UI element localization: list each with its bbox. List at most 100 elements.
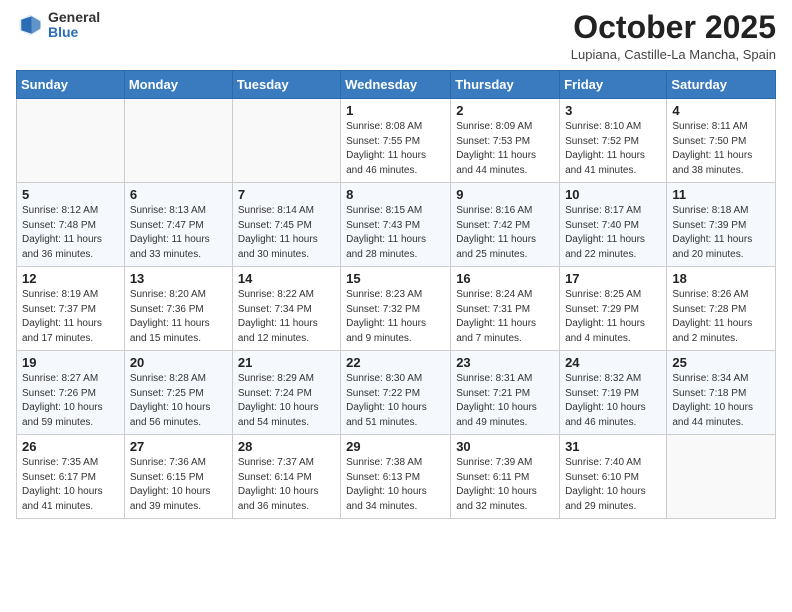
day-info: Sunrise: 8:32 AMSunset: 7:19 PMDaylight:… (565, 372, 661, 430)
day-number: 18 (672, 271, 770, 286)
day-info: Sunrise: 8:20 AMSunset: 7:36 PMDaylight:… (130, 288, 227, 346)
day-info: Sunrise: 8:24 AMSunset: 7:31 PMDaylight:… (456, 288, 554, 346)
day-number: 19 (22, 355, 119, 370)
day-info: Sunrise: 8:27 AMSunset: 7:26 PMDaylight:… (22, 372, 119, 430)
calendar-cell: 15Sunrise: 8:23 AMSunset: 7:32 PMDayligh… (341, 267, 451, 351)
calendar-cell: 30Sunrise: 7:39 AMSunset: 6:11 PMDayligh… (451, 435, 560, 519)
calendar-cell: 29 Sunrise: 7:38 AMSunset: 6:13 PMDayligh… (341, 435, 451, 519)
day-number: 31 (565, 439, 661, 454)
day-number: 7 (238, 187, 335, 202)
calendar-cell: 25 Sunrise: 8:34 AMSunset: 7:18 PMDayligh… (667, 351, 776, 435)
logo-blue: Blue (48, 24, 78, 40)
logo-text: General Blue (48, 10, 100, 41)
logo: General Blue (16, 10, 100, 41)
calendar-week-row: 12Sunrise: 8:19 AMSunset: 7:37 PMDayligh… (17, 267, 776, 351)
calendar-cell: 2 Sunrise: 8:09 AMSunset: 7:53 PMDaylight… (451, 99, 560, 183)
day-info: Sunrise: 8:25 AMSunset: 7:29 PMDaylight:… (565, 288, 661, 346)
day-number: 23 (456, 355, 554, 370)
month-title: October 2025 (571, 10, 776, 45)
day-number: 21 (238, 355, 335, 370)
day-info: Sunrise: 8:34 AMSunset: 7:18 PMDaylight:… (672, 372, 770, 430)
logo-icon (16, 11, 44, 39)
day-info: Sunrise: 8:31 AMSunset: 7:21 PMDaylight:… (456, 372, 554, 430)
day-number: 2 (456, 103, 554, 118)
calendar-cell: 5Sunrise: 8:12 AMSunset: 7:48 PMDaylight… (17, 183, 125, 267)
day-info: Sunrise: 7:35 AMSunset: 6:17 PMDaylight:… (22, 456, 119, 514)
calendar-cell (667, 435, 776, 519)
calendar-cell: 4Sunrise: 8:11 AMSunset: 7:50 PMDaylight… (667, 99, 776, 183)
day-info: Sunrise: 8:29 AMSunset: 7:24 PMDaylight:… (238, 372, 335, 430)
day-number: 16 (456, 271, 554, 286)
day-info: Sunrise: 7:40 AMSunset: 6:10 PMDaylight:… (565, 456, 661, 514)
day-info: Sunrise: 8:10 AMSunset: 7:52 PMDaylight:… (565, 120, 661, 178)
calendar-cell: 20 Sunrise: 8:28 AMSunset: 7:25 PMDayligh… (124, 351, 232, 435)
day-number: 6 (130, 187, 227, 202)
calendar-cell: 17Sunrise: 8:25 AMSunset: 7:29 PMDayligh… (560, 267, 667, 351)
calendar-cell: 9 Sunrise: 8:16 AMSunset: 7:42 PMDaylight… (451, 183, 560, 267)
col-header-monday: Monday (124, 71, 232, 99)
calendar-cell: 16 Sunrise: 8:24 AMSunset: 7:31 PMDayligh… (451, 267, 560, 351)
calendar-cell: 8 Sunrise: 8:15 AMSunset: 7:43 PMDaylight… (341, 183, 451, 267)
calendar-cell: 22Sunrise: 8:30 AMSunset: 7:22 PMDayligh… (341, 351, 451, 435)
day-info: Sunrise: 8:28 AMSunset: 7:25 PMDaylight:… (130, 372, 227, 430)
day-number: 24 (565, 355, 661, 370)
calendar-cell: 28 Sunrise: 7:37 AMSunset: 6:14 PMDayligh… (232, 435, 340, 519)
calendar-cell: 10Sunrise: 8:17 AMSunset: 7:40 PMDayligh… (560, 183, 667, 267)
calendar-week-row: 5Sunrise: 8:12 AMSunset: 7:48 PMDaylight… (17, 183, 776, 267)
day-info: Sunrise: 8:16 AMSunset: 7:42 PMDaylight:… (456, 204, 554, 262)
calendar-week-row: 26Sunrise: 7:35 AMSunset: 6:17 PMDayligh… (17, 435, 776, 519)
calendar-table: SundayMondayTuesdayWednesdayThursdayFrid… (16, 70, 776, 519)
calendar-header-row: SundayMondayTuesdayWednesdayThursdayFrid… (17, 71, 776, 99)
calendar-cell (124, 99, 232, 183)
day-info: Sunrise: 8:13 AMSunset: 7:47 PMDaylight:… (130, 204, 227, 262)
calendar-cell: 14Sunrise: 8:22 AMSunset: 7:34 PMDayligh… (232, 267, 340, 351)
day-number: 28 (238, 439, 335, 454)
day-number: 13 (130, 271, 227, 286)
calendar-cell: 31 Sunrise: 7:40 AMSunset: 6:10 PMDayligh… (560, 435, 667, 519)
calendar-cell: 27Sunrise: 7:36 AMSunset: 6:15 PMDayligh… (124, 435, 232, 519)
day-info: Sunrise: 8:19 AMSunset: 7:37 PMDaylight:… (22, 288, 119, 346)
calendar-cell (232, 99, 340, 183)
calendar-cell: 11Sunrise: 8:18 AMSunset: 7:39 PMDayligh… (667, 183, 776, 267)
calendar-cell: 6 Sunrise: 8:13 AMSunset: 7:47 PMDaylight… (124, 183, 232, 267)
calendar-cell: 3 Sunrise: 8:10 AMSunset: 7:52 PMDaylight… (560, 99, 667, 183)
day-number: 10 (565, 187, 661, 202)
calendar-cell: 18 Sunrise: 8:26 AMSunset: 7:28 PMDayligh… (667, 267, 776, 351)
logo-general: General (48, 9, 100, 25)
day-number: 14 (238, 271, 335, 286)
title-block: October 2025 Lupiana, Castille-La Mancha… (571, 10, 776, 62)
calendar-cell: 1Sunrise: 8:08 AMSunset: 7:55 PMDaylight… (341, 99, 451, 183)
calendar-cell: 23 Sunrise: 8:31 AMSunset: 7:21 PMDayligh… (451, 351, 560, 435)
calendar-cell: 19 Sunrise: 8:27 AMSunset: 7:26 PMDayligh… (17, 351, 125, 435)
col-header-thursday: Thursday (451, 71, 560, 99)
day-number: 29 (346, 439, 445, 454)
day-info: Sunrise: 7:37 AMSunset: 6:14 PMDaylight:… (238, 456, 335, 514)
calendar-week-row: 1Sunrise: 8:08 AMSunset: 7:55 PMDaylight… (17, 99, 776, 183)
calendar-week-row: 19 Sunrise: 8:27 AMSunset: 7:26 PMDayligh… (17, 351, 776, 435)
location-subtitle: Lupiana, Castille-La Mancha, Spain (571, 47, 776, 62)
calendar-cell: 21 Sunrise: 8:29 AMSunset: 7:24 PMDayligh… (232, 351, 340, 435)
calendar-cell: 24 Sunrise: 8:32 AMSunset: 7:19 PMDayligh… (560, 351, 667, 435)
day-info: Sunrise: 8:08 AMSunset: 7:55 PMDaylight:… (346, 120, 445, 178)
day-number: 3 (565, 103, 661, 118)
day-info: Sunrise: 8:11 AMSunset: 7:50 PMDaylight:… (672, 120, 770, 178)
day-info: Sunrise: 7:39 AMSunset: 6:11 PMDaylight:… (456, 456, 554, 514)
day-number: 8 (346, 187, 445, 202)
calendar-cell: 26Sunrise: 7:35 AMSunset: 6:17 PMDayligh… (17, 435, 125, 519)
day-info: Sunrise: 8:09 AMSunset: 7:53 PMDaylight:… (456, 120, 554, 178)
day-info: Sunrise: 8:18 AMSunset: 7:39 PMDaylight:… (672, 204, 770, 262)
day-info: Sunrise: 7:36 AMSunset: 6:15 PMDaylight:… (130, 456, 227, 514)
day-number: 5 (22, 187, 119, 202)
col-header-saturday: Saturday (667, 71, 776, 99)
calendar-cell: 7Sunrise: 8:14 AMSunset: 7:45 PMDaylight… (232, 183, 340, 267)
day-number: 25 (672, 355, 770, 370)
calendar-cell: 13 Sunrise: 8:20 AMSunset: 7:36 PMDayligh… (124, 267, 232, 351)
day-number: 20 (130, 355, 227, 370)
day-info: Sunrise: 7:38 AMSunset: 6:13 PMDaylight:… (346, 456, 445, 514)
page: General Blue October 2025 Lupiana, Casti… (0, 0, 792, 612)
day-info: Sunrise: 8:30 AMSunset: 7:22 PMDaylight:… (346, 372, 445, 430)
day-number: 9 (456, 187, 554, 202)
day-info: Sunrise: 8:15 AMSunset: 7:43 PMDaylight:… (346, 204, 445, 262)
day-info: Sunrise: 8:26 AMSunset: 7:28 PMDaylight:… (672, 288, 770, 346)
col-header-sunday: Sunday (17, 71, 125, 99)
